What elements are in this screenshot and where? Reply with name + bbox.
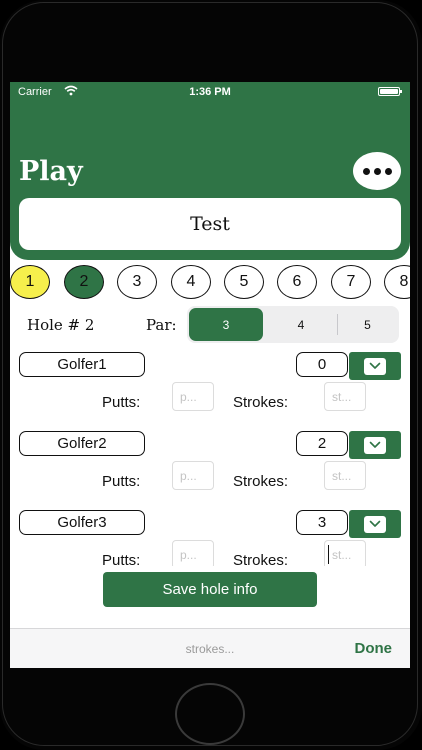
more-options-button[interactable] (353, 152, 401, 190)
putts-input[interactable]: p... (172, 461, 214, 490)
par-option-5[interactable]: 5 (338, 308, 397, 341)
chevron-down-icon (364, 515, 386, 533)
strokes-label: Strokes: (233, 394, 289, 411)
ellipsis-dot (384, 167, 392, 175)
chevron-down-icon (364, 357, 386, 375)
score-dropdown-button[interactable] (349, 352, 401, 380)
par-label: Par: (146, 316, 177, 334)
golfer-score: 0 (296, 352, 348, 377)
par-option-4[interactable]: 4 (265, 308, 337, 341)
device-frame: Carrier 1:36 PM Play Test 1 2 3 4 5 6 7 … (0, 0, 422, 750)
golfer-row-1: Golfer1 0 Putts: p... Strokes: st... (10, 348, 410, 428)
app-screen: Carrier 1:36 PM Play Test 1 2 3 4 5 6 7 … (10, 82, 410, 668)
status-bar: Carrier 1:36 PM (10, 82, 410, 100)
hole-button-7[interactable]: 7 (331, 265, 371, 299)
page-title: Play (19, 156, 83, 187)
battery-icon (378, 87, 402, 96)
strokes-input[interactable]: st... (324, 382, 366, 411)
hole-selector: 1 2 3 4 5 6 7 8 (10, 265, 410, 301)
accessory-placeholder: strokes... (185, 642, 235, 656)
putts-label: Putts: (102, 394, 141, 411)
keyboard-accessory-bar: strokes... Done (10, 628, 410, 668)
score-dropdown-button[interactable] (349, 510, 401, 538)
home-button[interactable] (175, 683, 245, 745)
golfer-score: 3 (296, 510, 348, 535)
ellipsis-icon (362, 167, 370, 175)
hole-button-5[interactable]: 5 (224, 265, 264, 299)
course-name-field[interactable]: Test (19, 198, 401, 250)
status-time: 1:36 PM (189, 86, 231, 98)
score-dropdown-button[interactable] (349, 431, 401, 459)
strokes-input-focused[interactable]: st... (324, 540, 366, 566)
header: Carrier 1:36 PM Play Test (10, 82, 410, 260)
putts-input[interactable]: p... (172, 382, 214, 411)
hole-button-3[interactable]: 3 (117, 265, 157, 299)
hole-number-label: Hole # 2 (27, 316, 95, 334)
hole-button-4[interactable]: 4 (171, 265, 211, 299)
golfer-name-field[interactable]: Golfer2 (19, 431, 145, 456)
putts-input[interactable]: p... (172, 540, 214, 566)
golfer-score: 2 (296, 431, 348, 456)
golfer-name-field[interactable]: Golfer3 (19, 510, 145, 535)
par-option-3[interactable]: 3 (189, 308, 263, 341)
putts-label: Putts: (102, 473, 141, 490)
hole-button-2[interactable]: 2 (64, 265, 104, 299)
par-segmented-control: 3 4 5 (187, 306, 399, 343)
hole-button-8[interactable]: 8 (384, 265, 410, 299)
save-hole-info-button[interactable]: Save hole info (103, 572, 317, 607)
done-button[interactable]: Done (355, 640, 393, 657)
golfer-row-3: Golfer3 3 Putts: p... Strokes: st... (10, 506, 410, 566)
golfer-list: Golfer1 0 Putts: p... Strokes: st... Gol… (10, 348, 410, 566)
strokes-input[interactable]: st... (324, 461, 366, 490)
strokes-label: Strokes: (233, 552, 289, 566)
ellipsis-dot (373, 167, 381, 175)
strokes-label: Strokes: (233, 473, 289, 490)
golfer-row-2: Golfer2 2 Putts: p... Strokes: st... (10, 427, 410, 507)
golfer-name-field[interactable]: Golfer1 (19, 352, 145, 377)
chevron-down-icon (364, 436, 386, 454)
putts-label: Putts: (102, 552, 141, 566)
hole-button-6[interactable]: 6 (277, 265, 317, 299)
hole-button-1[interactable]: 1 (10, 265, 50, 299)
